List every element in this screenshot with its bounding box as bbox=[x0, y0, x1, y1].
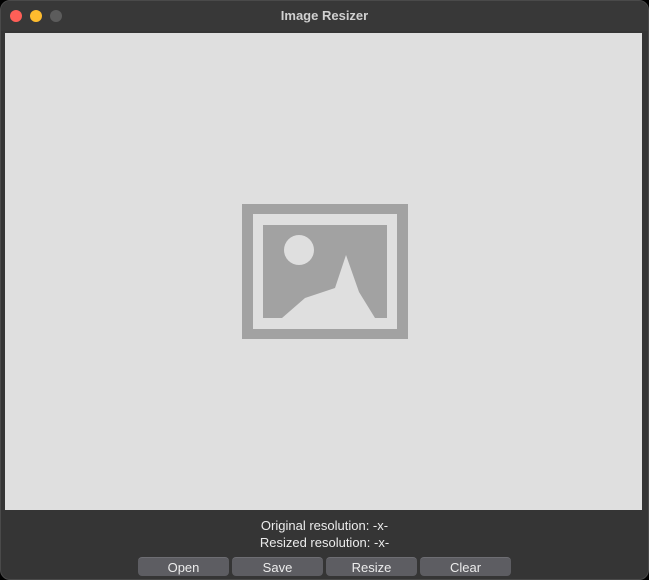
window-title: Image Resizer bbox=[280, 8, 369, 23]
image-placeholder-icon bbox=[242, 204, 408, 339]
title-bar[interactable]: Image Resizer bbox=[1, 1, 648, 31]
save-button[interactable]: Save bbox=[232, 557, 323, 576]
app-window: Image Resizer Original resolution: -x- R… bbox=[0, 0, 649, 580]
resized-resolution-label: Resized resolution: -x- bbox=[259, 535, 390, 550]
resize-button[interactable]: Resize bbox=[326, 557, 417, 576]
open-button[interactable]: Open bbox=[138, 557, 229, 576]
original-resolution-label: Original resolution: -x- bbox=[260, 518, 389, 533]
image-preview-area bbox=[5, 33, 642, 510]
clear-button[interactable]: Clear bbox=[420, 557, 511, 576]
